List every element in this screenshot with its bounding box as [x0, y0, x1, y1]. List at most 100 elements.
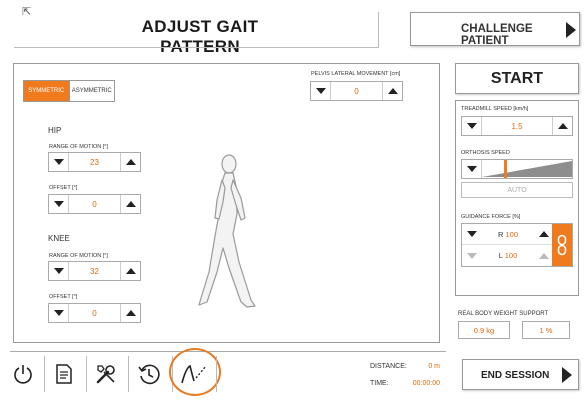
- pelvis-stepper: 0: [310, 81, 403, 101]
- treadmill-speed-stepper: 1.5: [461, 116, 573, 136]
- down-arrow-icon: [53, 159, 64, 165]
- hip-rom-stepper: 23: [48, 152, 141, 172]
- knee-offset-increase-button[interactable]: [120, 304, 140, 322]
- down-arrow-icon: [466, 123, 477, 129]
- pelvis-label: PELVIS LATERAL MOVEMENT [cm]: [311, 71, 401, 77]
- power-button[interactable]: [5, 356, 41, 392]
- hip-rom-decrease-button[interactable]: [49, 153, 69, 171]
- guidance-right-value: R 100: [482, 230, 534, 239]
- hip-rom-increase-button[interactable]: [120, 153, 140, 171]
- play-arrow-icon: [566, 22, 576, 38]
- knee-offset-label: OFFSET [°]: [49, 294, 78, 300]
- rbws-kg-value: 0.9 kg: [458, 321, 510, 339]
- walking-figure: [198, 154, 256, 308]
- treadmill-increase-button[interactable]: [552, 117, 572, 135]
- down-arrow-icon: [315, 88, 326, 94]
- toolbar-separator: [44, 356, 45, 392]
- tools-icon: [96, 365, 115, 384]
- guidance-left-row: L 100: [462, 245, 554, 266]
- hip-offset-increase-button[interactable]: [120, 195, 140, 213]
- guidance-right-increase-button[interactable]: [534, 224, 554, 245]
- guidance-force-label: GUIDANCE FORCE [%]: [461, 214, 521, 220]
- time-value: 00:00:00: [412, 380, 440, 387]
- up-arrow-icon: [539, 252, 549, 259]
- guidance-force-control: R 100 L 100: [461, 223, 573, 267]
- knee-rom-decrease-button[interactable]: [49, 262, 69, 280]
- link-toggle-button[interactable]: [552, 224, 572, 266]
- knee-offset-decrease-button[interactable]: [49, 304, 69, 322]
- symmetric-button[interactable]: SYMMETRIC: [24, 81, 70, 101]
- hip-offset-decrease-button[interactable]: [49, 195, 69, 213]
- mouse-cursor-icon: ⇱: [22, 6, 32, 18]
- up-arrow-icon: [125, 310, 136, 316]
- history-button[interactable]: [131, 356, 167, 392]
- hip-rom-value: 23: [90, 157, 99, 167]
- time-label: TIME:: [370, 380, 389, 387]
- guidance-right-decrease-button[interactable]: [462, 224, 482, 245]
- up-arrow-icon: [539, 231, 549, 237]
- challenge-patient-label: CHALLENGE PATIENT: [461, 23, 533, 47]
- treadmill-speed-label: TREADMILL SPEED [km/h]: [461, 106, 529, 112]
- guidance-right-row: R 100: [462, 224, 554, 245]
- treadmill-decrease-button[interactable]: [462, 117, 482, 135]
- down-arrow-icon: [53, 268, 64, 274]
- report-button[interactable]: [46, 356, 82, 392]
- pelvis-decrease-button[interactable]: [311, 82, 331, 100]
- rbws-percent-value: 1 %: [522, 321, 570, 339]
- end-session-button[interactable]: END SESSION: [462, 359, 579, 390]
- start-button[interactable]: START: [455, 63, 579, 94]
- knee-offset-stepper: 0: [48, 303, 141, 323]
- gait-settings-panel: SYMMETRIC ASYMMETRIC PELVIS LATERAL MOVE…: [13, 63, 440, 343]
- down-arrow-icon: [53, 310, 64, 316]
- orthosis-speed-label: ORTHOSIS SPEED: [461, 150, 510, 156]
- up-arrow-icon: [387, 88, 398, 94]
- bottom-divider: [10, 351, 446, 352]
- rbws-label: REAL BODY WEIGHT SUPPORT: [458, 311, 549, 317]
- guidance-left-increase-button[interactable]: [534, 245, 554, 266]
- hip-offset-label: OFFSET [°]: [49, 185, 78, 191]
- knee-rom-increase-button[interactable]: [120, 262, 140, 280]
- toolbar-separator: [86, 356, 87, 392]
- knee-rom-stepper: 32: [48, 261, 141, 281]
- guidance-left-decrease-button[interactable]: [462, 245, 482, 266]
- orthosis-speed-control: [461, 159, 573, 179]
- page-title: ADJUST GAIT PATTERN: [141, 17, 259, 56]
- knee-rom-value: 32: [90, 266, 99, 276]
- symmetry-toggle: SYMMETRIC ASYMMETRIC: [23, 80, 115, 102]
- up-arrow-icon: [125, 159, 136, 165]
- down-arrow-icon: [467, 231, 477, 237]
- orthosis-auto-button[interactable]: AUTO: [461, 182, 573, 198]
- up-arrow-icon: [125, 268, 136, 274]
- hip-rom-label: RANGE OF MOTION [°]: [49, 144, 109, 150]
- up-arrow-icon: [125, 201, 136, 207]
- pelvis-value: 0: [354, 86, 359, 96]
- guidance-right-number: 100: [505, 229, 519, 239]
- session-settings-panel: TREADMILL SPEED [km/h] 1.5 ORTHOSIS SPEE…: [455, 100, 579, 296]
- history-icon: [138, 364, 160, 385]
- settings-tools-button[interactable]: [88, 356, 124, 392]
- hip-offset-stepper: 0: [48, 194, 141, 214]
- guidance-left-number: 100: [504, 251, 518, 260]
- header-divider: [14, 47, 379, 48]
- hip-offset-value: 0: [92, 199, 97, 209]
- header-vertical-divider: [378, 12, 379, 48]
- treadmill-speed-value: 1.5: [511, 121, 523, 131]
- knee-title: KNEE: [48, 234, 70, 243]
- pelvis-increase-button[interactable]: [382, 82, 402, 100]
- guidance-left-prefix: L: [498, 251, 503, 260]
- orthosis-speed-slider[interactable]: [482, 160, 572, 178]
- up-arrow-icon: [557, 123, 568, 129]
- down-arrow-icon: [467, 252, 477, 259]
- play-arrow-icon: [562, 367, 572, 383]
- power-icon: [14, 365, 32, 384]
- down-arrow-icon: [53, 201, 64, 207]
- orthosis-decrease-button[interactable]: [462, 160, 482, 178]
- end-session-label: END SESSION: [481, 370, 550, 381]
- document-icon: [56, 364, 72, 384]
- asymmetric-button[interactable]: ASYMMETRIC: [69, 81, 114, 101]
- knee-offset-value: 0: [92, 308, 97, 318]
- link-icon: [557, 234, 567, 256]
- toolbar-separator: [128, 356, 129, 392]
- hip-title: HIP: [48, 126, 62, 135]
- challenge-patient-button[interactable]: CHALLENGE PATIENT: [410, 12, 580, 47]
